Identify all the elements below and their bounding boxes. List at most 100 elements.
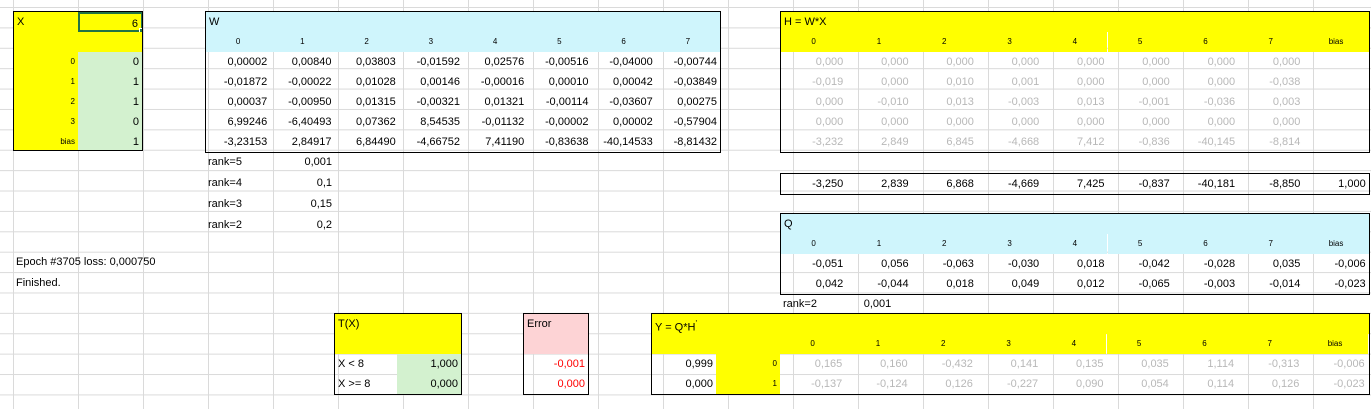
- h-cell[interactable]: 0,000: [1042, 52, 1107, 72]
- y-cell[interactable]: 0,035: [1107, 354, 1172, 374]
- q-cell[interactable]: -0,028: [1173, 254, 1238, 274]
- w-cell[interactable]: -0,00516: [527, 52, 591, 72]
- y-output-value[interactable]: 0,000: [652, 374, 716, 394]
- h-cell[interactable]: 0,000: [912, 52, 977, 72]
- y-cell[interactable]: -0,124: [845, 374, 910, 394]
- w-cell[interactable]: 0,00042: [592, 72, 656, 92]
- w-cell[interactable]: -0,00114: [527, 92, 591, 112]
- h-cell[interactable]: 0,013: [912, 92, 977, 112]
- q-cell[interactable]: -0,063: [912, 254, 977, 274]
- y-cell[interactable]: -0,137: [780, 374, 845, 394]
- h-cell[interactable]: 0,000: [1042, 112, 1107, 132]
- w-cell[interactable]: 0,00275: [656, 92, 720, 112]
- w-cell[interactable]: -4,66752: [399, 132, 463, 152]
- h-cell[interactable]: 0,000: [1238, 52, 1303, 72]
- h-cell[interactable]: -4,668: [977, 132, 1042, 152]
- w-rank-value[interactable]: 0,2: [270, 215, 335, 235]
- h-sum-cell[interactable]: -4,669: [977, 174, 1042, 194]
- h-cell[interactable]: 0,000: [977, 52, 1042, 72]
- h-cell[interactable]: 0,010: [912, 72, 977, 92]
- h-sum-cell[interactable]: -40,181: [1173, 174, 1238, 194]
- error-value-0[interactable]: -0,001: [524, 354, 588, 374]
- h-cell[interactable]: 0,000: [846, 112, 911, 132]
- w-cell[interactable]: -0,00016: [463, 72, 527, 92]
- w-cell[interactable]: 6,99246: [206, 112, 270, 132]
- error-value-1[interactable]: 0,000: [524, 374, 588, 394]
- w-cell[interactable]: -0,03849: [656, 72, 720, 92]
- q-cell[interactable]: 0,049: [977, 274, 1042, 294]
- w-cell[interactable]: -0,83638: [527, 132, 591, 152]
- q-cell[interactable]: -0,023: [1303, 274, 1368, 294]
- h-cell[interactable]: -0,001: [1108, 92, 1173, 112]
- q-cell[interactable]: -0,006: [1303, 254, 1368, 274]
- x-row-value[interactable]: 1: [78, 132, 142, 150]
- w-cell[interactable]: -0,00022: [270, 72, 334, 92]
- x-row-value[interactable]: 0: [78, 52, 142, 72]
- spreadsheet-grid[interactable]: X 6 0 0 1 1 2 1 3 0 bias 1 W 0 1 2 3 4 5 6 7 0,00002 0,008…: [0, 0, 1371, 409]
- w-cell[interactable]: -0,00002: [527, 112, 591, 132]
- w-cell[interactable]: 0,03803: [335, 52, 399, 72]
- w-cell[interactable]: 2,84917: [270, 132, 334, 152]
- x-row-value[interactable]: 1: [78, 92, 142, 112]
- w-cell[interactable]: 6,84490: [335, 132, 399, 152]
- h-cell[interactable]: -0,038: [1238, 72, 1303, 92]
- w-cell[interactable]: -0,01132: [463, 112, 527, 132]
- w-cell[interactable]: -6,40493: [270, 112, 334, 132]
- h-cell[interactable]: 2,849: [846, 132, 911, 152]
- x-row-value[interactable]: 1: [78, 72, 142, 92]
- y-cell[interactable]: 0,135: [1041, 354, 1106, 374]
- x-input-cell[interactable]: 6: [78, 12, 142, 32]
- w-rank-value[interactable]: 0,001: [270, 152, 335, 172]
- h-cell[interactable]: -8,814: [1238, 132, 1303, 152]
- h-cell[interactable]: 0,000: [1173, 72, 1238, 92]
- w-cell[interactable]: -0,00950: [270, 92, 334, 112]
- h-cell[interactable]: 0,000: [846, 52, 911, 72]
- w-cell[interactable]: 0,00840: [270, 52, 334, 72]
- h-cell[interactable]: 6,845: [912, 132, 977, 152]
- h-cell[interactable]: 0,000: [1173, 112, 1238, 132]
- h-sum-cell[interactable]: -8,850: [1238, 174, 1303, 194]
- w-cell[interactable]: -0,00321: [399, 92, 463, 112]
- w-cell[interactable]: -0,01872: [206, 72, 270, 92]
- y-output-value[interactable]: 0,999: [652, 354, 716, 374]
- w-cell[interactable]: 0,07362: [335, 112, 399, 132]
- w-cell[interactable]: 0,01028: [335, 72, 399, 92]
- h-cell[interactable]: 0,000: [781, 92, 846, 112]
- w-cell[interactable]: 0,01321: [463, 92, 527, 112]
- w-cell[interactable]: 7,41190: [463, 132, 527, 152]
- q-cell[interactable]: 0,042: [781, 274, 846, 294]
- w-rank-value[interactable]: 0,15: [270, 194, 335, 214]
- w-cell[interactable]: 0,02576: [463, 52, 527, 72]
- w-cell[interactable]: -3,23153: [206, 132, 270, 152]
- w-cell[interactable]: -0,57904: [656, 112, 720, 132]
- w-cell[interactable]: -0,00744: [656, 52, 720, 72]
- w-cell[interactable]: -40,14533: [592, 132, 656, 152]
- t-row-value-1[interactable]: 0,000: [397, 374, 461, 394]
- h-cell[interactable]: 0,000: [781, 52, 846, 72]
- h-cell[interactable]: -40,145: [1173, 132, 1238, 152]
- h-cell[interactable]: -0,010: [846, 92, 911, 112]
- y-cell[interactable]: 0,126: [911, 374, 976, 394]
- w-cell[interactable]: -0,03607: [592, 92, 656, 112]
- h-cell[interactable]: 0,013: [1042, 92, 1107, 112]
- h-cell[interactable]: 0,000: [1108, 72, 1173, 92]
- h-cell[interactable]: -3,232: [781, 132, 846, 152]
- w-cell[interactable]: 0,00002: [206, 52, 270, 72]
- q-cell[interactable]: 0,018: [1042, 254, 1107, 274]
- t-row-value-0[interactable]: 1,000: [397, 354, 461, 374]
- h-cell[interactable]: 0,000: [1173, 52, 1238, 72]
- q-cell[interactable]: 0,018: [912, 274, 977, 294]
- h-cell[interactable]: 0,000: [1042, 72, 1107, 92]
- h-cell[interactable]: -0,003: [977, 92, 1042, 112]
- w-cell[interactable]: -0,01592: [399, 52, 463, 72]
- h-sum-cell[interactable]: 2,839: [846, 174, 911, 194]
- q-cell[interactable]: -0,042: [1108, 254, 1173, 274]
- q-cell[interactable]: -0,051: [781, 254, 846, 274]
- y-cell[interactable]: 0,165: [780, 354, 845, 374]
- q-cell[interactable]: -0,065: [1108, 274, 1173, 294]
- q-rank-value[interactable]: 0,001: [845, 294, 910, 314]
- h-cell[interactable]: 7,412: [1042, 132, 1107, 152]
- h-cell[interactable]: 0,000: [1108, 52, 1173, 72]
- y-cell[interactable]: 0,114: [1172, 374, 1237, 394]
- h-cell[interactable]: 0,000: [977, 112, 1042, 132]
